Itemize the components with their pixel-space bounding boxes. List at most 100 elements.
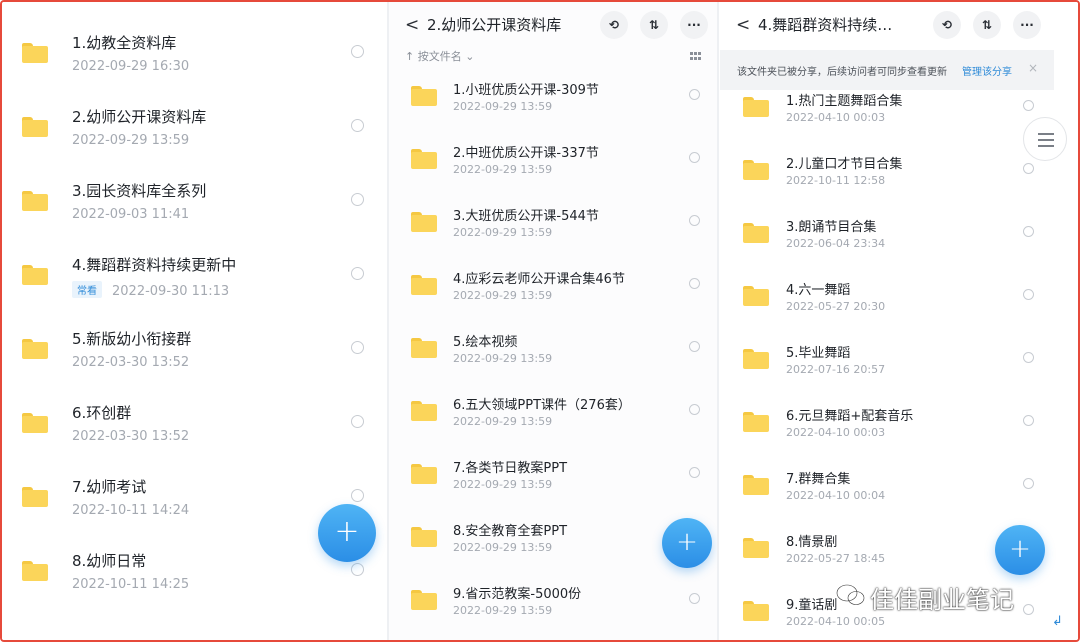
select-radio-icon[interactable] <box>1023 478 1034 489</box>
sort-by-name-toggle[interactable]: ↑ 按文件名 ⌄ <box>405 48 474 64</box>
folder-name: 1.幼教全资料库 <box>72 34 177 52</box>
folder-icon <box>22 487 48 507</box>
folder-icon <box>743 538 769 558</box>
folder-list-item[interactable]: 9.省示范教案-5000份 2022-09-29 13:59 <box>389 571 717 634</box>
folder-meta: 2022-10-11 14:24 <box>72 503 189 518</box>
folder-list-item[interactable]: 7.各类节日教案PPT 2022-09-29 13:59 <box>389 445 717 508</box>
modified-date: 2022-09-29 16:30 <box>72 59 190 74</box>
add-fab-button[interactable]: + <box>318 504 376 562</box>
select-radio-icon[interactable] <box>689 278 700 289</box>
select-radio-icon[interactable] <box>351 45 364 58</box>
folder-list-item[interactable]: 1.幼教全资料库 2022-09-29 16:30 <box>2 15 387 89</box>
folder-list-item[interactable]: 1.热门主题舞蹈合集 2022-04-10 00:03 <box>720 81 1054 144</box>
folder-list-item[interactable]: 5.绘本视频 2022-09-29 13:59 <box>389 319 717 382</box>
grid-view-icon[interactable] <box>690 52 702 62</box>
select-radio-icon[interactable] <box>689 593 700 604</box>
folder-list-item[interactable]: 1.小班优质公开课-309节 2022-09-29 13:59 <box>389 67 717 130</box>
back-button[interactable]: < <box>405 15 419 35</box>
folder-meta: 2022-09-29 13:59 <box>453 415 552 428</box>
folder-list-item[interactable]: 5.毕业舞蹈 2022-07-16 20:57 <box>720 333 1054 396</box>
select-radio-icon[interactable] <box>351 341 364 354</box>
folder-list-item[interactable]: 6.环创群 2022-03-30 13:52 <box>2 385 387 459</box>
folder-list-item[interactable]: 3.园长资料库全系列 2022-09-03 11:41 <box>2 163 387 237</box>
folder-list-item[interactable]: 2.儿童口才节目合集 2022-10-11 12:58 <box>720 144 1054 207</box>
select-radio-icon[interactable] <box>1023 226 1034 237</box>
folder-list-item[interactable]: 5.新版幼小衔接群 2022-03-30 13:52 <box>2 311 387 385</box>
folder-name: 7.各类节日教案PPT <box>453 461 568 476</box>
select-radio-icon[interactable] <box>351 489 364 502</box>
more-button[interactable]: ··· <box>1013 11 1041 39</box>
folder-name: 1.热门主题舞蹈合集 <box>786 94 903 109</box>
more-button[interactable]: ··· <box>680 11 708 39</box>
folder-name: 2.儿童口才节目合集 <box>786 157 903 172</box>
folder-list-panel-dance: < 4.舞蹈群资料持续… ⟲ ⇅ ··· 该文件夹已被分享，后续访问者可同步查看… <box>720 2 1078 640</box>
folder-list-item[interactable]: 7.群舞合集 2022-04-10 00:04 <box>720 459 1054 522</box>
back-button[interactable]: < <box>736 15 750 35</box>
folder-list-item[interactable]: 6.五大领域PPT课件（276套） 2022-09-29 13:59 <box>389 382 717 445</box>
select-radio-icon[interactable] <box>1023 163 1034 174</box>
add-fab-button[interactable]: + <box>662 518 712 568</box>
folder-list-panel-lessons: < 2.幼师公开课资料库 ⟲ ⇅ ··· ↑ 按文件名 ⌄ 1.小班优质公开课-… <box>389 2 717 640</box>
folder-meta: 2022-04-10 00:04 <box>786 489 885 502</box>
folder-name: 4.六一舞蹈 <box>786 283 851 298</box>
select-radio-icon[interactable] <box>689 215 700 226</box>
select-radio-icon[interactable] <box>351 267 364 280</box>
select-radio-icon[interactable] <box>689 89 700 100</box>
watermark-text: 佳佳副业笔记 <box>870 586 1014 614</box>
folder-list-item[interactable]: 3.朗诵节目合集 2022-06-04 23:34 <box>720 207 1054 270</box>
history-button[interactable]: ⟲ <box>933 11 961 39</box>
return-arrow-icon: ↲ <box>1052 614 1063 629</box>
select-radio-icon[interactable] <box>351 119 364 132</box>
modified-date: 2022-09-29 13:59 <box>453 163 553 176</box>
select-radio-icon[interactable] <box>689 341 700 352</box>
modified-date: 2022-07-16 20:57 <box>786 363 886 376</box>
modified-date: 2022-05-27 18:45 <box>786 552 886 565</box>
select-radio-icon[interactable] <box>1023 604 1034 615</box>
manage-share-link[interactable]: 管理该分享 <box>962 63 1012 78</box>
select-radio-icon[interactable] <box>689 467 700 478</box>
select-radio-icon[interactable] <box>351 193 364 206</box>
select-radio-icon[interactable] <box>689 152 700 163</box>
share-notice-text: 该文件夹已被分享，后续访问者可同步查看更新 <box>737 67 947 78</box>
folder-name: 6.元旦舞蹈+配套音乐 <box>786 409 914 424</box>
hamburger-menu-icon[interactable] <box>1023 117 1067 161</box>
folder-icon <box>22 339 48 359</box>
folder-meta: 2022-09-03 11:41 <box>72 207 189 222</box>
folder-meta: 2022-04-10 00:05 <box>786 615 885 628</box>
folder-icon <box>411 464 437 484</box>
select-radio-icon[interactable] <box>351 563 364 576</box>
folder-icon <box>411 527 437 547</box>
select-radio-icon[interactable] <box>1023 352 1034 363</box>
folder-meta: 2022-10-11 12:58 <box>786 174 885 187</box>
add-fab-button[interactable]: + <box>995 525 1045 575</box>
close-icon[interactable]: × <box>1028 61 1038 75</box>
history-button[interactable]: ⟲ <box>600 11 628 39</box>
folder-list-item[interactable]: 2.中班优质公开课-337节 2022-09-29 13:59 <box>389 130 717 193</box>
folder-name: 9.省示范教案-5000份 <box>453 587 582 602</box>
folder-list-item[interactable]: 3.大班优质公开课-544节 2022-09-29 13:59 <box>389 193 717 256</box>
folder-name: 3.朗诵节目合集 <box>786 220 877 235</box>
folder-meta: 2022-10-11 14:25 <box>72 577 189 592</box>
select-radio-icon[interactable] <box>689 404 700 415</box>
select-radio-icon[interactable] <box>351 415 364 428</box>
folder-name: 4.应彩云老师公开课合集46节 <box>453 272 625 287</box>
folder-icon <box>22 561 48 581</box>
folder-name: 9.童话剧 <box>786 598 838 613</box>
folder-list-item[interactable]: 6.元旦舞蹈+配套音乐 2022-04-10 00:03 <box>720 396 1054 459</box>
folder-list-item[interactable]: 2.幼师公开课资料库 2022-09-29 13:59 <box>2 89 387 163</box>
sort-button[interactable]: ⇅ <box>640 11 668 39</box>
folder-meta: 2022-03-30 13:52 <box>72 355 189 370</box>
folder-list-item[interactable]: 4.六一舞蹈 2022-05-27 20:30 <box>720 270 1054 333</box>
sort-button[interactable]: ⇅ <box>973 11 1001 39</box>
select-radio-icon[interactable] <box>1023 100 1034 111</box>
folder-meta: 2022-09-29 13:59 <box>453 478 552 491</box>
select-radio-icon[interactable] <box>1023 289 1034 300</box>
page-title: 2.幼师公开课资料库 <box>427 16 562 34</box>
folder-meta: 2022-04-10 00:03 <box>786 111 885 124</box>
folder-list-item[interactable]: 4.舞蹈群资料持续更新中 常看 2022-09-30 11:13 <box>2 237 387 311</box>
folder-list-item[interactable]: 4.应彩云老师公开课合集46节 2022-09-29 13:59 <box>389 256 717 319</box>
frequently-viewed-badge: 常看 <box>72 281 102 298</box>
folder-icon <box>411 401 437 421</box>
select-radio-icon[interactable] <box>1023 415 1034 426</box>
modified-date: 2022-03-30 13:52 <box>72 429 190 444</box>
